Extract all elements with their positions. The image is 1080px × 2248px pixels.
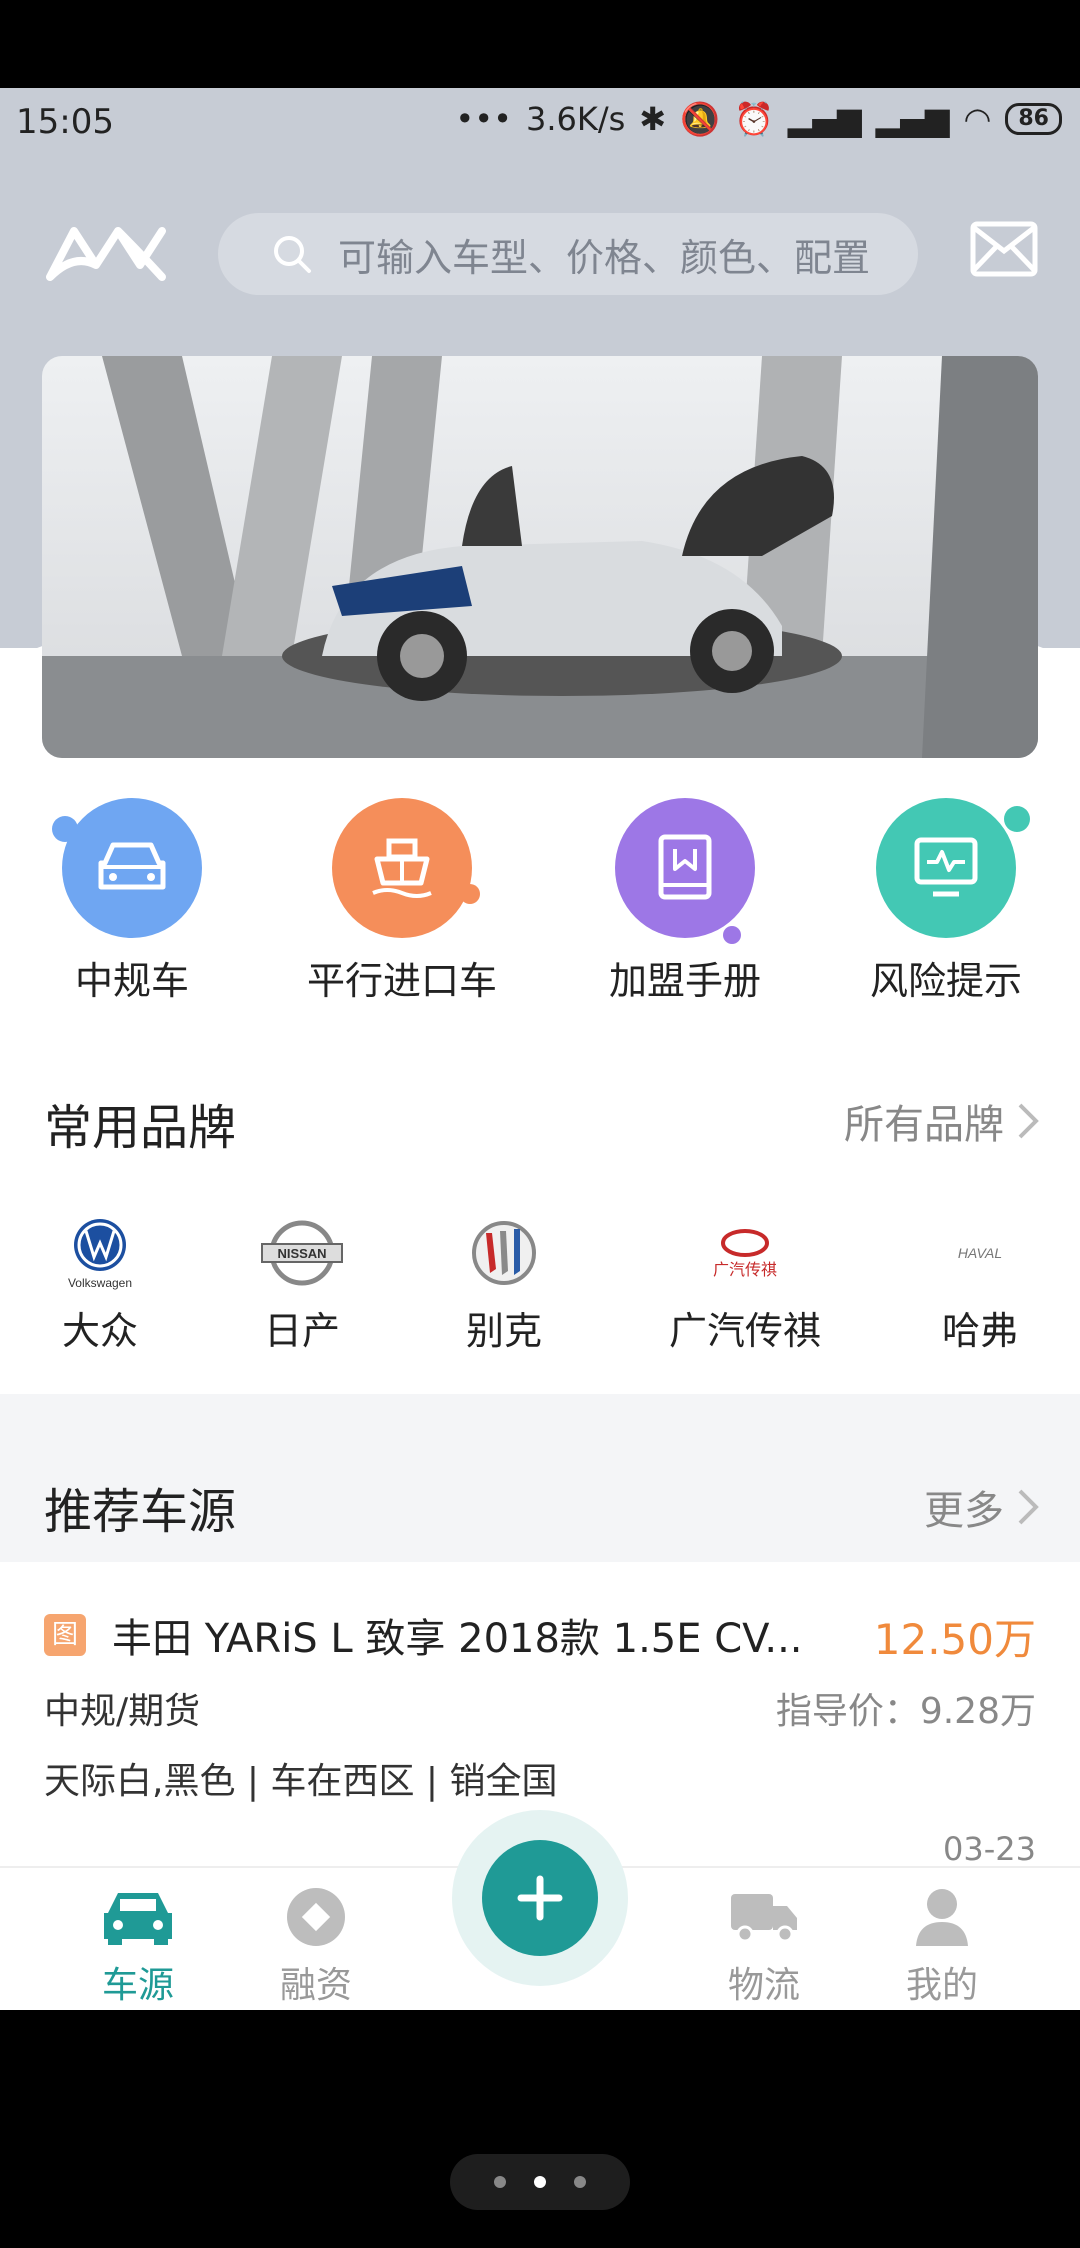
category-circle (332, 798, 480, 938)
section-divider (0, 1394, 1080, 1424)
tab-logistics[interactable]: 物流 (694, 1882, 834, 2008)
brand-gac-trumpchi[interactable]: 广汽传祺 广汽传祺 (660, 1208, 830, 1355)
car-icon (98, 842, 166, 890)
brand-label: 大众 (61, 1309, 138, 1353)
system-nav-indicator[interactable] (450, 2154, 630, 2210)
category-parallel-import[interactable]: 平行进口车 (292, 798, 512, 1005)
decor-dot (723, 926, 741, 944)
buick-logo-icon (444, 1208, 564, 1298)
plus-icon (517, 1875, 563, 1921)
more-dots-icon: ••• (455, 100, 512, 138)
category-shortcuts: 中规车 平行进口车 加盟手册 风险提示 (0, 798, 1080, 1003)
top-bar: 可输入车型、价格、颜色、配置 (0, 203, 1080, 303)
brand-label: 广汽传祺 (668, 1309, 821, 1353)
nav-dot (574, 2176, 586, 2188)
brand-label: 日产 (263, 1309, 340, 1353)
nissan-logo-text: NISSAN (277, 1246, 326, 1261)
category-label: 风险提示 (869, 959, 1022, 1003)
bluetooth-icon: ✱ (639, 100, 667, 138)
more-link[interactable]: 更多 (924, 1478, 1040, 1536)
nav-dot-active (534, 2176, 546, 2188)
app-screen: 15:05 ••• 3.6K/s ✱ 🔕 ⏰ ▂▄▆ ▂▄▆ ◠ 86 可输入车… (0, 88, 1080, 2010)
brand-buick[interactable]: 别克 (444, 1208, 564, 1355)
signal-icon-2: ▂▄▆ (875, 100, 950, 138)
decor-dot (1004, 806, 1030, 832)
mute-icon: 🔕 (680, 100, 720, 138)
tab-car-source[interactable]: 车源 (68, 1882, 208, 2008)
haval-logo-text: HAVAL (958, 1245, 1002, 1261)
banner-car-image (42, 356, 1038, 758)
listing-date: 03-23 (943, 1830, 1036, 1868)
tab-mine[interactable]: 我的 (872, 1882, 1012, 2008)
decor-dot (52, 816, 78, 842)
chevron-right-icon (1018, 1489, 1039, 1525)
ship-icon (372, 838, 432, 898)
mail-icon[interactable] (970, 221, 1038, 277)
chevron-right-icon (1018, 1103, 1039, 1139)
tab-label: 物流 (727, 1965, 800, 2006)
volkswagen-logo-icon: Volkswagen (40, 1208, 160, 1298)
category-domestic-car[interactable]: 中规车 (22, 798, 242, 1005)
search-icon (274, 236, 311, 273)
more-label: 更多 (924, 1488, 1004, 1534)
car-icon (104, 1893, 172, 1945)
finance-icon (287, 1888, 345, 1946)
tab-label: 我的 (905, 1965, 978, 2006)
listing-info: 天际白,黑色 | 车在西区 | 销全国 (44, 1761, 558, 1802)
tab-label: 融资 (279, 1965, 352, 2006)
nav-dot (494, 2176, 506, 2188)
category-franchise-guide[interactable]: 加盟手册 (575, 798, 795, 1005)
recommend-section-header: 推荐车源 更多 (0, 1424, 1080, 1562)
category-label: 平行进口车 (306, 959, 497, 1003)
category-circle (876, 798, 1030, 938)
all-brands-link[interactable]: 所有品牌 (844, 1092, 1040, 1150)
listing-type: 中规/期货 (44, 1691, 201, 1732)
gac-logo-icon: 广汽传祺 (660, 1208, 830, 1298)
category-circle (615, 798, 755, 944)
volkswagen-logo-text: Volkswagen (68, 1276, 132, 1290)
battery-indicator: 86 (1005, 103, 1062, 135)
brand-label: 别克 (465, 1309, 542, 1353)
status-bar: 15:05 ••• 3.6K/s ✱ 🔕 ⏰ ▂▄▆ ▂▄▆ ◠ 86 (0, 88, 1080, 160)
book-icon (658, 834, 712, 900)
all-brands-label: 所有品牌 (844, 1102, 1004, 1148)
recommend-section-title: 推荐车源 (44, 1484, 237, 1540)
user-icon (916, 1889, 968, 1946)
listing-title: 丰田 YARiS L 致享 2018款 1.5E CV... (112, 1616, 803, 1662)
wifi-icon: ◠ (963, 100, 992, 138)
category-label: 加盟手册 (608, 959, 761, 1003)
category-risk-notice[interactable]: 风险提示 (836, 798, 1056, 1005)
brands-section-title: 常用品牌 (44, 1100, 237, 1156)
status-time: 15:05 (16, 102, 114, 142)
listing-guide-price: 指导价：9.28万 (775, 1691, 1036, 1732)
image-tag-badge: 图 (44, 1614, 86, 1656)
network-speed: 3.6K/s (525, 100, 626, 138)
haval-logo-icon: HAVAL (920, 1208, 1040, 1298)
search-placeholder: 可输入车型、价格、颜色、配置 (338, 235, 871, 280)
decor-dot (460, 884, 480, 904)
brand-nissan[interactable]: NISSAN 日产 (242, 1208, 362, 1355)
publish-button[interactable] (482, 1840, 598, 1956)
tab-finance[interactable]: 融资 (246, 1882, 386, 2008)
brand-label: 哈弗 (941, 1309, 1018, 1353)
monitor-icon (914, 837, 978, 897)
tab-label: 车源 (101, 1965, 174, 2006)
alarm-icon: ⏰ (733, 100, 774, 138)
search-bar[interactable]: 可输入车型、价格、颜色、配置 (218, 213, 918, 295)
brand-haval[interactable]: HAVAL 哈弗 (920, 1208, 1040, 1355)
category-circle (52, 798, 202, 938)
truck-icon (731, 1894, 797, 1943)
signal-icon: ▂▄▆ (787, 100, 862, 138)
category-label: 中规车 (74, 959, 189, 1003)
app-logo-icon[interactable] (42, 213, 172, 293)
nissan-logo-icon: NISSAN (242, 1208, 362, 1298)
brand-volkswagen[interactable]: Volkswagen 大众 (40, 1208, 160, 1355)
gac-logo-text: 广汽传祺 (713, 1260, 777, 1279)
promo-banner[interactable] (42, 356, 1038, 758)
listing-price: 12.50万 (873, 1615, 1036, 1664)
